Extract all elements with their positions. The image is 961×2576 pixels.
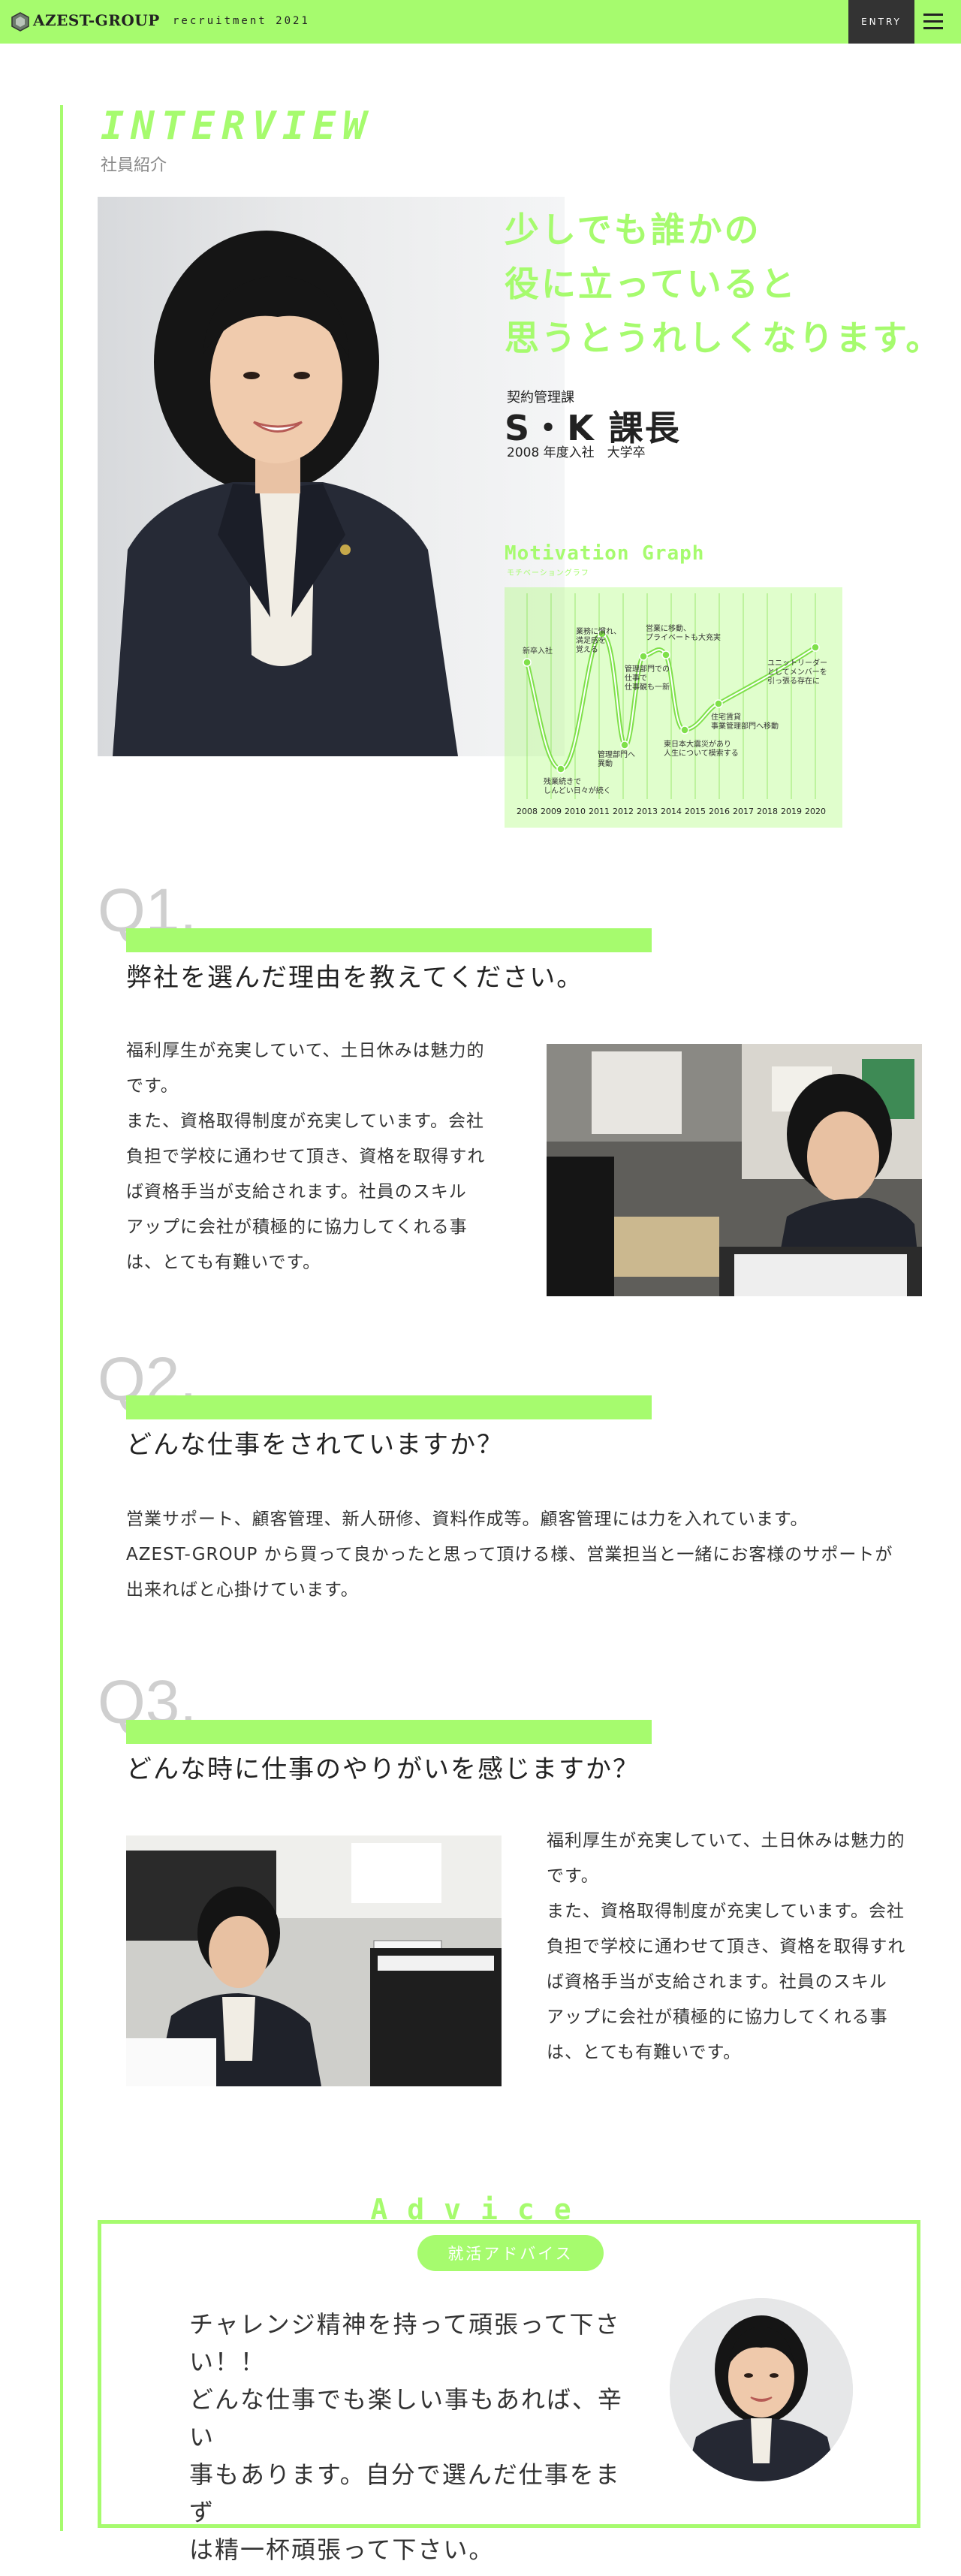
- page-title: INTERVIEW: [101, 104, 373, 149]
- employee-portrait-photo: [98, 197, 565, 756]
- employee-joined: 2008 年度入社 大学卒: [507, 445, 646, 460]
- q3-answer-line: アップに会社が積極的に協力してくれる事: [547, 2007, 888, 2027]
- graph-year-label: 2012: [613, 807, 634, 816]
- q2-highlight-bar: [126, 1395, 652, 1419]
- motivation-graph-subtitle: モチベーショングラフ: [507, 569, 589, 578]
- advice-line: どんな仕事でも楽しい事もあれば、辛い: [189, 2385, 624, 2451]
- graph-year-label: 2014: [661, 807, 682, 816]
- q3-answer-line: ば資格手当が支給されます。社員のスキル: [547, 1972, 887, 1992]
- advice-line: 事もあります。自分で選んだ仕事をまず: [189, 2460, 621, 2526]
- advice-title: Advice: [370, 2193, 591, 2226]
- q1-answer-line: は、とても有難いです。: [126, 1253, 321, 1272]
- advice-line: い！！: [189, 2348, 267, 2376]
- graph-year-label: 2010: [565, 807, 586, 816]
- q2-question: どんな仕事をされていますか？: [126, 1430, 504, 1460]
- q1-answer-line: です。: [126, 1076, 179, 1096]
- graph-annotation: ユニットリーダー: [767, 658, 827, 668]
- q1-answer: 福利厚生が充実していて、土日休みは魅力的 です。 また、資格取得制度が充実してい…: [126, 1033, 517, 1280]
- q3-answer-line: また、資格取得制度が充実しています。会社: [547, 1902, 905, 1921]
- hero-quote-line: 役に立っていると: [505, 264, 797, 304]
- q1-answer-line: アップに会社が積極的に協力してくれる事: [126, 1217, 468, 1237]
- q1-answer-line: 福利厚生が充実していて、土日休みは魅力的: [126, 1041, 485, 1060]
- q2-answer: 営業サポート、顧客管理、新人研修、資料作成等。顧客管理には力を入れています。 A…: [126, 1502, 922, 1608]
- graph-year-label: 2016: [709, 807, 730, 816]
- graph-annotation: 仕事観も一新: [625, 682, 670, 692]
- hero-quote-line: 思うとうれしくなります。: [505, 318, 943, 358]
- logo-subtitle: recruitment 2021: [173, 15, 310, 27]
- graph-annotation: 新卒入社: [523, 646, 553, 656]
- hamburger-icon[interactable]: [922, 14, 944, 30]
- graph-annotation: 事業管理部門へ移動: [711, 721, 779, 731]
- advice-line: は精一杯頑張って下さい。: [189, 2535, 495, 2564]
- graph-annotation: 住宅賃貸: [711, 712, 741, 722]
- advice-line: チャレンジ精神を持って頑張って下さ: [189, 2310, 621, 2339]
- graph-annotation: 覚える: [576, 644, 598, 654]
- graph-annotation: 仕事で: [625, 673, 647, 683]
- graph-year-label: 2017: [733, 807, 754, 816]
- page-subtitle: 社員紹介: [101, 156, 167, 175]
- decorative-side-line: [60, 105, 63, 2531]
- q1-answer-line: また、資格取得制度が充実しています。会社: [126, 1112, 485, 1131]
- q1-highlight-bar: [126, 928, 652, 952]
- q1-answer-line: ば資格手当が支給されます。社員のスキル: [126, 1182, 467, 1202]
- hero-quote-line: 少しでも誰かの: [505, 210, 761, 250]
- entry-button[interactable]: ENTRY: [848, 0, 914, 44]
- graph-annotation: 残業続きで: [544, 777, 581, 786]
- graph-annotation: 業務に慣れ、: [576, 626, 621, 636]
- q3-answer: 福利厚生が充実していて、土日休みは魅力的 です。 また、資格取得制度が充実してい…: [547, 1823, 937, 2071]
- q3-answer-line: です。: [547, 1866, 599, 1886]
- graph-year-label: 2015: [685, 807, 706, 816]
- q2-answer-line: 営業サポート、顧客管理、新人研修、資料作成等。顧客管理には力を入れています。: [126, 1510, 809, 1529]
- q3-answer-line: 福利厚生が充実していて、土日休みは魅力的: [547, 1831, 905, 1851]
- graph-annotation: しんどい日々が続く: [544, 786, 611, 795]
- logo-text[interactable]: AZEST-GROUP: [33, 11, 160, 29]
- graph-annotation: 管理部門へ: [598, 750, 635, 759]
- graph-annotation: としてメンバーを: [767, 668, 827, 677]
- q3-answer-line: は、とても有難いです。: [547, 2043, 742, 2062]
- q3-highlight-bar: [126, 1720, 652, 1744]
- graph-year-label: 2011: [589, 807, 610, 816]
- q1-question: 弊社を選んだ理由を教えてください。: [126, 963, 584, 993]
- graph-year-label: 2020: [805, 807, 826, 816]
- graph-annotation: 管理部門での: [625, 664, 670, 674]
- q2-answer-line: AZEST-GROUP から買って良かったと思って頂ける様、営業担当と一緒にお客…: [126, 1545, 893, 1564]
- graph-year-label: 2009: [541, 807, 562, 816]
- office-desk-photo: [547, 1044, 922, 1296]
- graph-year-label: 2019: [781, 807, 802, 816]
- logo-icon: [11, 12, 29, 32]
- motivation-graph: 新卒入社 残業続きで しんどい日々が続く 業務に慣れ、 満足感を 覚える 管理部…: [505, 587, 842, 828]
- q2-answer-line: 出来ればと心掛けています。: [126, 1580, 359, 1600]
- advice-badge: 就活アドバイス: [417, 2235, 604, 2271]
- graph-annotation: 営業に移動、: [646, 623, 691, 633]
- site-header: AZEST-GROUP recruitment 2021 ENTRY: [0, 0, 961, 44]
- graph-year-label: 2013: [637, 807, 658, 816]
- advice-avatar: [670, 2298, 853, 2481]
- graph-year-label: 2008: [517, 807, 538, 816]
- advice-text: チャレンジ精神を持って頑張って下さ い！！ どんな仕事でも楽しい事もあれば、辛い…: [189, 2306, 640, 2568]
- graph-annotation: 人生について模索する: [664, 748, 739, 758]
- graph-annotation: プライベートも大充実: [646, 632, 721, 642]
- office-monitor-photo: [126, 1835, 502, 2086]
- q1-answer-line: 負担で学校に通わせて頂き、資格を取得すれ: [126, 1147, 486, 1166]
- graph-annotation: 引っ張る存在に: [767, 676, 820, 686]
- graph-annotation: 異動: [598, 759, 613, 768]
- hero-quote: 少しでも誰かの 役に立っていると 思うとうれしくなります。: [505, 203, 955, 365]
- graph-annotation: 満足感を: [576, 635, 606, 645]
- motivation-graph-title: Motivation Graph: [505, 542, 705, 565]
- q3-question: どんな時に仕事のやりがいを感じますか？: [126, 1754, 640, 1784]
- graph-year-label: 2018: [757, 807, 778, 816]
- q3-answer-line: 負担で学校に通わせて頂き、資格を取得すれ: [547, 1937, 906, 1956]
- graph-annotation: 東日本大震災があり: [664, 739, 731, 749]
